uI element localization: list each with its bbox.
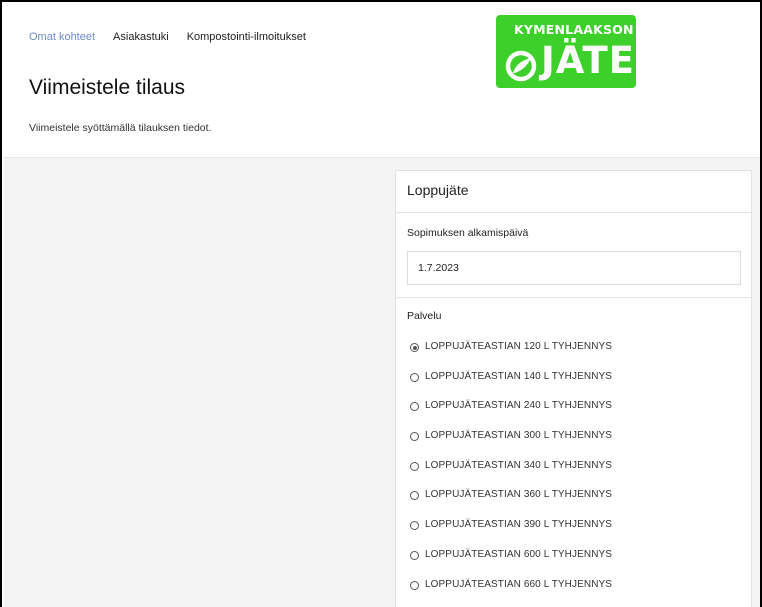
leaf-circle-icon (505, 50, 537, 82)
service-option[interactable]: LOPPUJÄTEASTIAN 300 L TYHJENNYS (410, 430, 612, 460)
radio-button-selected[interactable] (410, 343, 419, 352)
start-date-label: Sopimuksen alkamispäivä (407, 227, 529, 239)
service-option[interactable]: LOPPUJÄTEASTIAN 390 L TYHJENNYS (410, 519, 612, 549)
app-window: Omat kohteet Asiakastuki Kompostointi-il… (0, 0, 762, 607)
page-title: Viimeistele tilaus (29, 76, 186, 99)
service-option[interactable]: LOPPUJÄTEASTIAN 240 L TYHJENNYS (410, 400, 612, 430)
service-option-label: LOPPUJÄTEASTIAN 340 L TYHJENNYS (425, 459, 613, 471)
start-date-input[interactable] (407, 251, 741, 285)
logo-top-text: KYMENLAAKSON (514, 22, 634, 37)
service-option-label: LOPPUJÄTEASTIAN 660 L TYHJENNYS (425, 578, 613, 590)
radio-button[interactable] (410, 521, 419, 531)
radio-button[interactable] (410, 580, 419, 590)
service-option[interactable]: LOPPUJÄTEASTIAN 140 L TYHJENNYS (410, 371, 612, 401)
service-label: Palvelu (407, 310, 442, 322)
top-nav: Omat kohteet Asiakastuki Kompostointi-il… (29, 31, 306, 43)
service-option-label: LOPPUJÄTEASTIAN 120 L TYHJENNYS (425, 341, 613, 352)
service-option[interactable]: LOPPUJÄTEASTIAN 120 L TYHJENNYS (410, 341, 612, 371)
service-option[interactable]: LOPPUJÄTEASTIAN 660 L TYHJENNYS (410, 579, 612, 607)
brand-logo[interactable]: KYMENLAAKSON JÄTE (496, 15, 636, 88)
nav-link-kompostointi-ilmoitukset[interactable]: Kompostointi-ilmoitukset (187, 31, 306, 43)
radio-button[interactable] (410, 402, 419, 412)
radio-button[interactable] (410, 372, 419, 382)
service-option[interactable]: LOPPUJÄTEASTIAN 360 L TYHJENNYS (410, 489, 612, 519)
service-option-label: LOPPUJÄTEASTIAN 360 L TYHJENNYS (425, 489, 613, 501)
order-card: Loppujäte Sopimuksen alkamispäivä Palvel… (395, 170, 752, 607)
service-options: LOPPUJÄTEASTIAN 120 L TYHJENNYS LOPPUJÄT… (410, 341, 612, 607)
nav-link-omat-kohteet[interactable]: Omat kohteet (29, 31, 95, 43)
logo-word: JÄTE (541, 39, 636, 82)
service-option-label: LOPPUJÄTEASTIAN 300 L TYHJENNYS (425, 430, 613, 442)
page-header: Omat kohteet Asiakastuki Kompostointi-il… (4, 4, 760, 158)
card-title: Loppujäte (396, 171, 751, 213)
service-option-label: LOPPUJÄTEASTIAN 240 L TYHJENNYS (425, 400, 613, 412)
service-option[interactable]: LOPPUJÄTEASTIAN 340 L TYHJENNYS (410, 460, 612, 490)
radio-button[interactable] (410, 550, 419, 560)
nav-link-asiakastuki[interactable]: Asiakastuki (113, 31, 169, 43)
service-option-label: LOPPUJÄTEASTIAN 140 L TYHJENNYS (425, 370, 613, 382)
radio-button[interactable] (410, 432, 419, 442)
start-date-section: Sopimuksen alkamispäivä (396, 213, 751, 298)
service-option[interactable]: LOPPUJÄTEASTIAN 600 L TYHJENNYS (410, 549, 612, 579)
page-subtitle: Viimeistele syöttämällä tilauksen tiedot… (29, 122, 212, 134)
service-option-label: LOPPUJÄTEASTIAN 390 L TYHJENNYS (425, 519, 613, 531)
radio-button[interactable] (410, 491, 419, 501)
radio-button[interactable] (410, 461, 419, 471)
service-option-label: LOPPUJÄTEASTIAN 600 L TYHJENNYS (425, 548, 613, 560)
